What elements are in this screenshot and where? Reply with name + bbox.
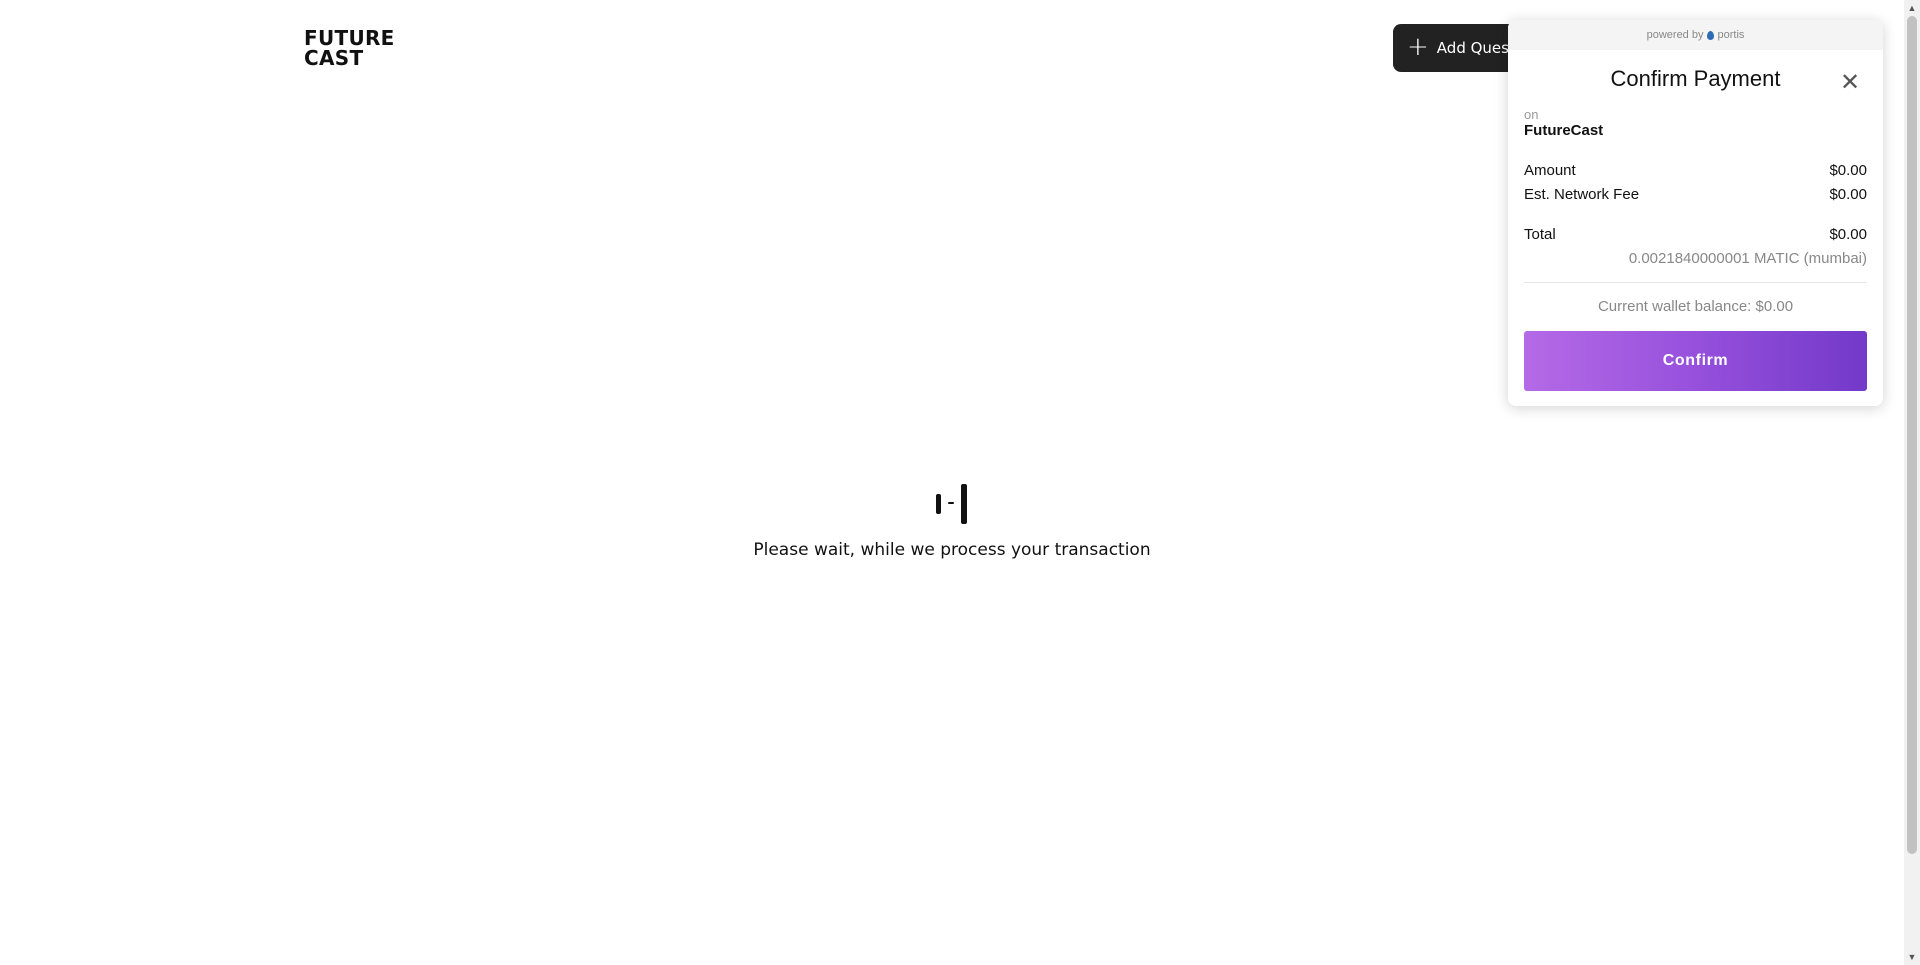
scroll-up-icon[interactable]: ▲ xyxy=(1904,0,1920,16)
portis-drop-icon xyxy=(1707,30,1715,40)
network-fee-row: Est. Network Fee $0.00 xyxy=(1524,186,1867,203)
page: FUTURE CAST + Add Quest Please wait, whi… xyxy=(0,0,1920,965)
plus-icon: + xyxy=(1407,32,1429,62)
app-name: FutureCast xyxy=(1524,122,1604,139)
amount-row: Amount $0.00 xyxy=(1524,162,1867,179)
processing-message: Please wait, while we process your trans… xyxy=(753,540,1151,560)
confirm-payment-modal: powered by portis Confirm Payment ✕ on F… xyxy=(1508,20,1883,406)
loader-bar-2 xyxy=(948,502,954,504)
powered-by-bar: powered by portis xyxy=(1508,20,1883,50)
total-value: $0.00 xyxy=(1829,226,1867,243)
loader-bar-3 xyxy=(961,484,967,524)
total-row: Total $0.00 xyxy=(1524,226,1867,243)
add-quest-button[interactable]: + Add Quest xyxy=(1393,24,1523,72)
vertical-scrollbar[interactable]: ▲ ▼ xyxy=(1904,0,1920,965)
network-fee-label: Est. Network Fee xyxy=(1524,186,1640,203)
powered-by-label: powered by xyxy=(1646,29,1704,41)
logo-line-1: FUTURE xyxy=(304,26,395,50)
logo-line-2: CAST xyxy=(304,46,364,70)
confirm-button[interactable]: Confirm xyxy=(1524,331,1867,391)
scroll-thumb[interactable] xyxy=(1907,16,1917,854)
portis-label: portis xyxy=(1717,29,1745,41)
loading-bars-icon xyxy=(936,484,970,524)
total-label: Total xyxy=(1524,226,1556,243)
on-label: on xyxy=(1524,107,1539,122)
futurecast-logo[interactable]: FUTURE CAST xyxy=(304,28,395,68)
close-icon[interactable]: ✕ xyxy=(1837,70,1863,96)
divider xyxy=(1524,282,1867,283)
modal-title: Confirm Payment xyxy=(1610,66,1781,91)
wallet-balance: Current wallet balance: $0.00 xyxy=(1597,298,1794,315)
amount-value: $0.00 xyxy=(1829,162,1867,179)
add-quest-label: Add Quest xyxy=(1436,39,1515,57)
amount-label: Amount xyxy=(1524,162,1576,179)
scroll-down-icon[interactable]: ▼ xyxy=(1904,949,1920,965)
matic-amount: 0.0021840000001 MATIC (mumbai) xyxy=(1628,250,1867,267)
loader-bar-1 xyxy=(936,494,941,514)
network-fee-value: $0.00 xyxy=(1829,186,1867,203)
